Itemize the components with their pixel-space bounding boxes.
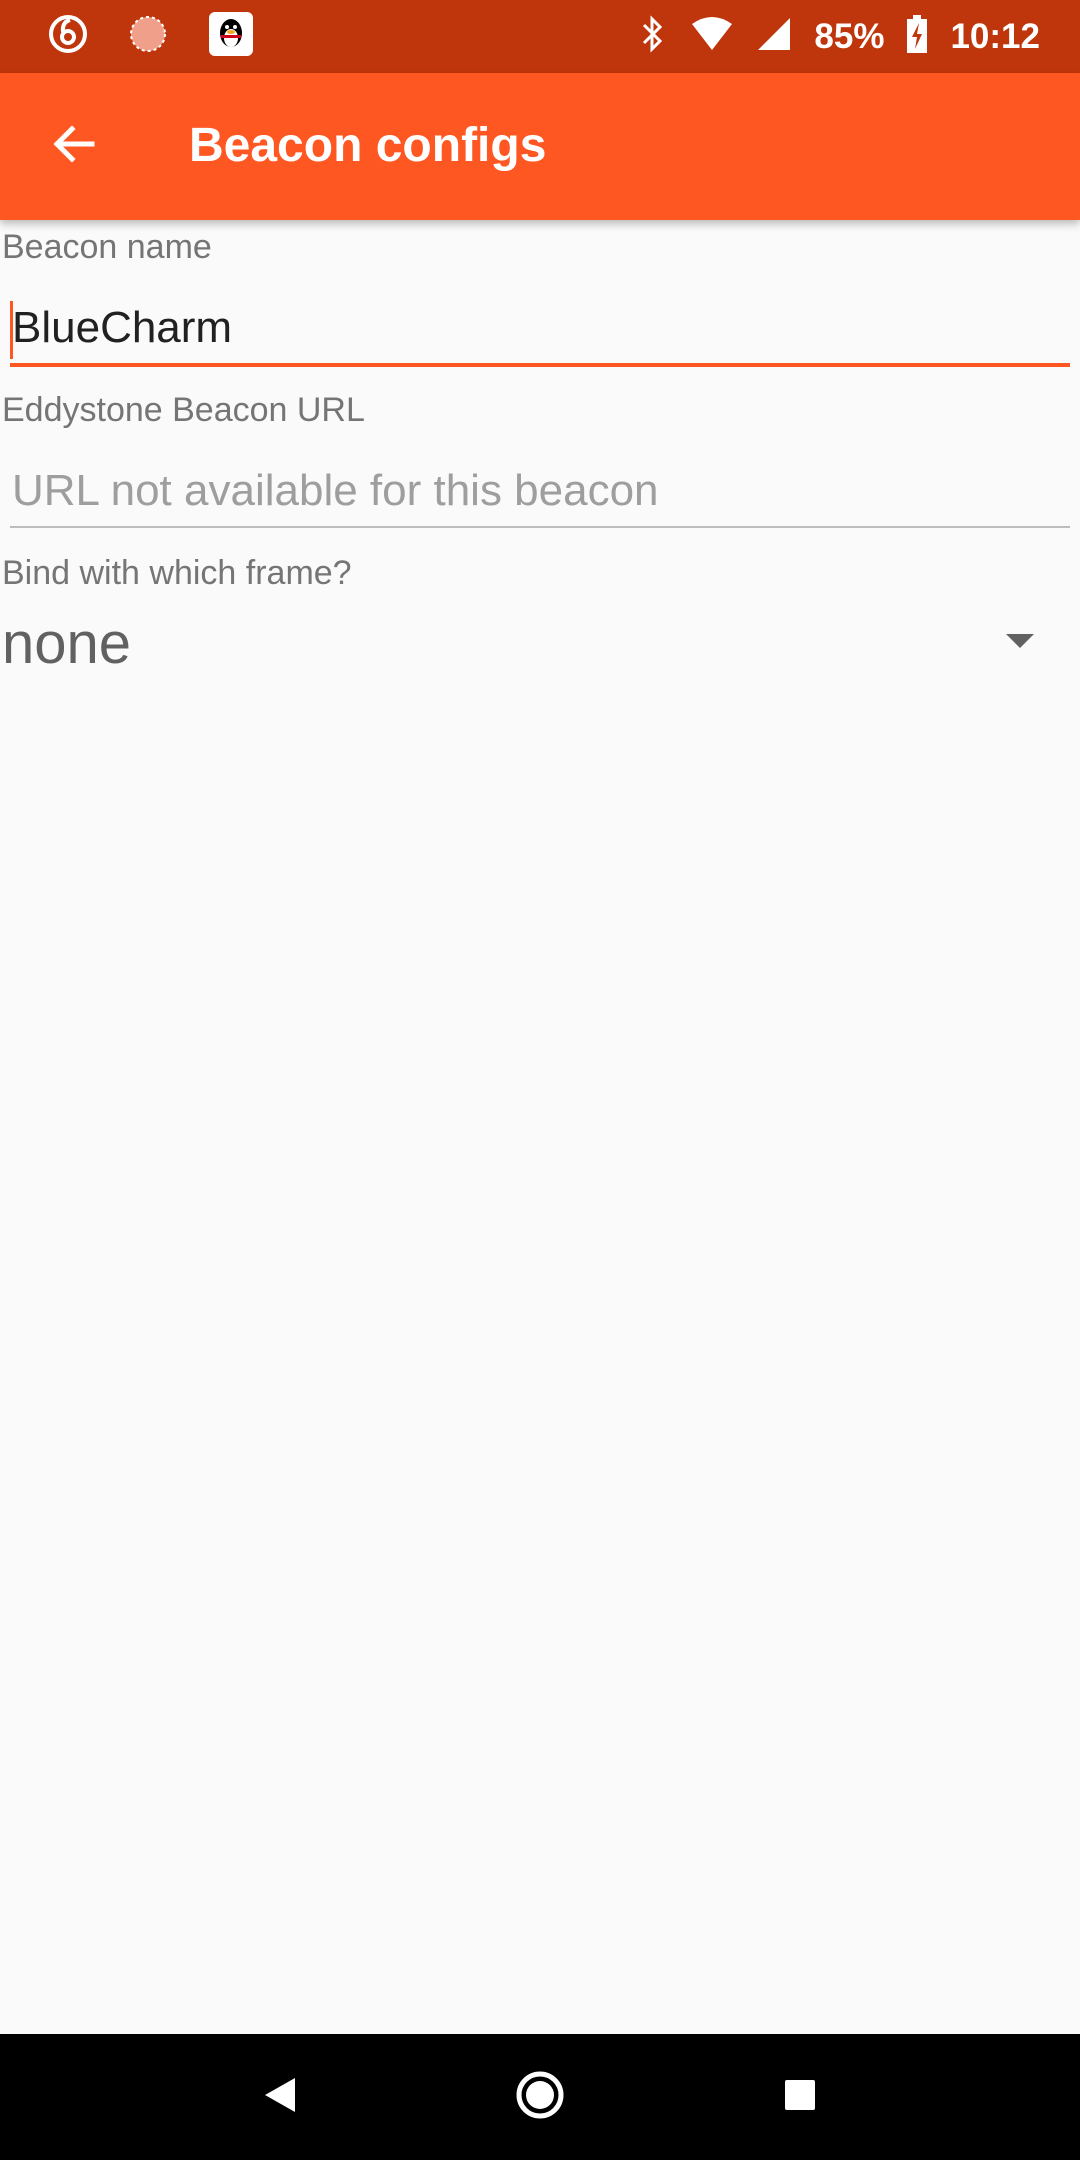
nav-recents-icon	[783, 2078, 817, 2117]
battery-charging-icon	[906, 14, 928, 59]
nav-back-icon	[263, 2076, 297, 2119]
wifi-icon	[690, 16, 734, 57]
bind-frame-selected: none	[2, 610, 132, 676]
nav-recents-button[interactable]	[750, 2047, 850, 2147]
eddystone-url-underline	[10, 526, 1070, 528]
status-bar: 85% 10:12	[0, 0, 1080, 73]
beacon-name-field-wrap	[10, 289, 1070, 367]
nav-back-button[interactable]	[230, 2047, 330, 2147]
bind-frame-label: Bind with which frame?	[2, 554, 352, 592]
eddystone-url-field-wrap	[10, 452, 1070, 528]
text-cursor	[10, 301, 13, 359]
qq-penguin-icon	[208, 11, 254, 62]
beacon-name-underline	[10, 363, 1070, 367]
bluetooth-icon	[638, 14, 668, 59]
battery-percent: 85%	[814, 16, 885, 56]
arrow-back-icon	[50, 120, 98, 173]
beacon-config-form: Beacon name Eddystone Beacon URL Bind wi…	[0, 220, 1080, 693]
beacon-name-input[interactable]	[10, 289, 1070, 363]
clock: 10:12	[950, 16, 1040, 56]
app-bar: Beacon configs	[0, 73, 1080, 220]
navigation-bar	[0, 2034, 1080, 2160]
loading-circle-icon	[128, 14, 168, 59]
eddystone-url-label: Eddystone Beacon URL	[2, 391, 365, 429]
status-bar-left	[48, 11, 294, 62]
back-button[interactable]	[0, 73, 147, 220]
eddystone-url-input[interactable]	[10, 452, 1070, 526]
dropdown-arrow-icon	[1006, 633, 1034, 653]
beacon-name-label: Beacon name	[2, 228, 212, 266]
nav-home-icon	[514, 2069, 566, 2126]
nav-home-button[interactable]	[490, 2047, 590, 2147]
bind-frame-dropdown[interactable]: none	[0, 593, 1080, 693]
status-bar-right: 85% 10:12	[616, 14, 1040, 59]
cell-signal-icon	[756, 16, 792, 57]
page-title: Beacon configs	[189, 119, 547, 172]
netease-music-icon	[48, 14, 88, 59]
